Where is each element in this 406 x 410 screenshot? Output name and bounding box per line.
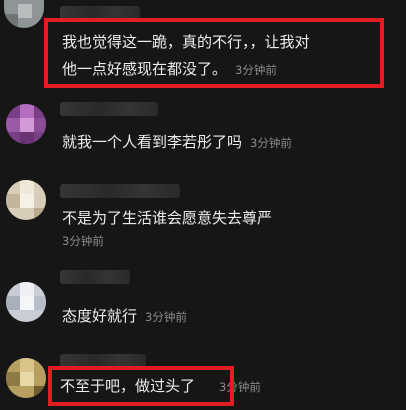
- highlight-box: [44, 18, 384, 88]
- avatar[interactable]: [6, 282, 46, 322]
- comment-item: 不是为了生活谁会愿意失去尊严 3分钟前: [0, 172, 406, 254]
- username-redacted: [60, 184, 180, 198]
- highlight-box: [48, 366, 234, 406]
- comment-text: 态度好就行 3分钟前: [62, 304, 187, 329]
- comment-text-content: 就我一个人看到李若彤了吗: [62, 133, 243, 151]
- avatar[interactable]: [4, 0, 44, 28]
- username-redacted: [60, 102, 158, 116]
- avatar[interactable]: [6, 104, 46, 144]
- comment-item: 就我一个人看到李若彤了吗 3分钟前: [0, 96, 406, 166]
- comment-text: 不是为了生活谁会愿意失去尊严: [62, 209, 273, 227]
- comment-timestamp: 3分钟前: [250, 136, 292, 150]
- username-redacted: [60, 270, 130, 284]
- comment-text-content: 态度好就行: [62, 307, 138, 325]
- comment-text: 就我一个人看到李若彤了吗 3分钟前: [62, 130, 292, 155]
- avatar[interactable]: [6, 180, 46, 220]
- comment-timestamp: 3分钟前: [62, 234, 104, 248]
- comment-item: 态度好就行 3分钟前: [0, 262, 406, 338]
- avatar[interactable]: [6, 358, 46, 398]
- comment-timestamp: 3分钟前: [145, 310, 187, 324]
